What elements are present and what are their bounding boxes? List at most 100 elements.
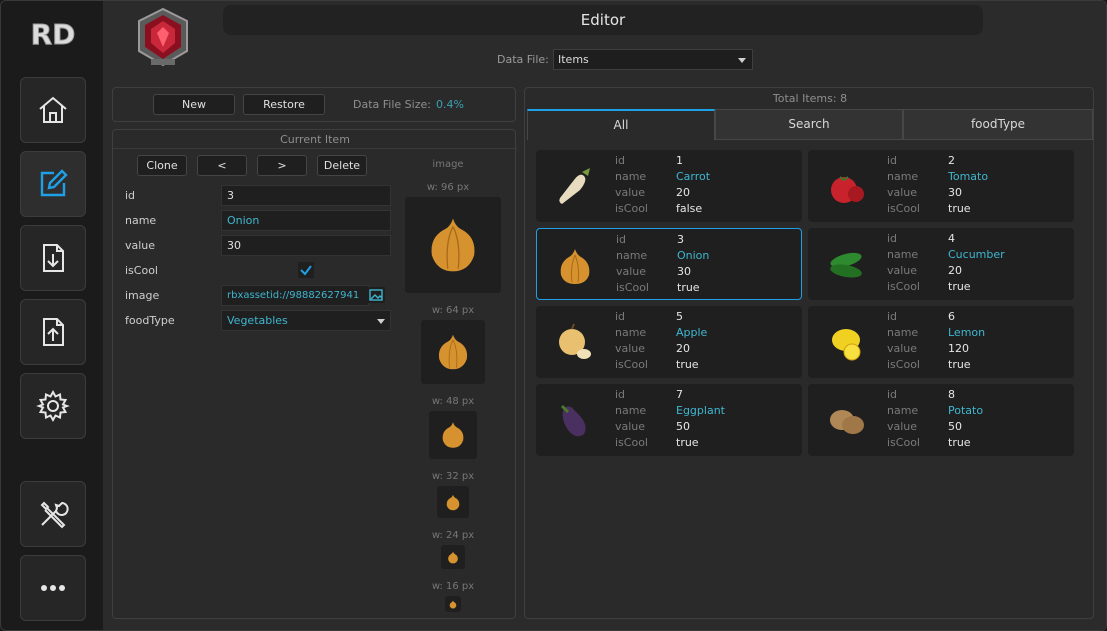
item-card[interactable]: id 5 name Apple value 20 isCool true (536, 306, 802, 378)
tools-icon (40, 501, 69, 529)
data-file-size-value: 0.4% (436, 98, 464, 111)
app-window: RD Editor Data File: Items New Restore D… (0, 0, 1107, 631)
name-label: name (125, 214, 157, 227)
nav-home-button[interactable] (20, 77, 86, 143)
item-value-value: 30 (948, 186, 962, 199)
next-button[interactable]: > (257, 155, 307, 176)
total-items-label: Total Items: 8 (772, 92, 848, 105)
app-logo: RD (30, 18, 76, 52)
restore-button[interactable]: Restore (243, 94, 325, 115)
item-name-value: Apple (676, 326, 708, 339)
tab-all[interactable]: All (527, 109, 715, 140)
clone-button[interactable]: Clone (137, 155, 187, 176)
item-value-value: 30 (677, 265, 691, 278)
onion-icon (442, 422, 464, 448)
preview-64 (421, 320, 485, 384)
item-iscool-key: isCool (615, 436, 648, 449)
image-column-title: image (432, 159, 464, 170)
item-id-value: 6 (948, 310, 955, 323)
nav-import-button[interactable] (20, 225, 86, 291)
download-icon (43, 244, 64, 272)
item-value-value: 20 (676, 186, 690, 199)
item-iscool-value: false (676, 202, 703, 215)
item-name-value: Tomato (948, 170, 989, 183)
item-iscool-key: isCool (616, 281, 649, 294)
item-card[interactable]: id 2 name Tomato value 30 isCool true (808, 150, 1074, 222)
item-iscool-key: isCool (615, 358, 648, 371)
item-id-value: 8 (948, 388, 955, 401)
new-button[interactable]: New (153, 94, 235, 115)
item-iscool-value: true (948, 436, 971, 449)
item-name-key: name (616, 249, 648, 262)
eggplant-icon (560, 404, 586, 437)
main-area: Editor Data File: Items New Restore Data… (103, 1, 1106, 630)
more-icon (41, 585, 65, 591)
item-name-key: name (615, 326, 647, 339)
item-card[interactable]: id 8 name Potato value 50 isCool true (808, 384, 1074, 456)
gear-icon (36, 389, 70, 423)
window-title: Editor (223, 5, 983, 35)
item-iscool-value: true (676, 358, 699, 371)
rank-badge-icon (138, 7, 188, 67)
item-value-value: 120 (948, 342, 969, 355)
chevron-down-icon (377, 319, 385, 324)
item-name-value: Lemon (948, 326, 986, 339)
name-field[interactable]: Onion (221, 210, 391, 231)
nav-editor-button[interactable] (20, 151, 86, 217)
item-iscool-key: isCool (887, 280, 920, 293)
item-value-key: value (887, 420, 918, 433)
onion-icon (449, 600, 457, 608)
item-value-value: 20 (948, 264, 962, 277)
tab-search[interactable]: Search (715, 109, 903, 140)
item-iscool-value: true (677, 281, 700, 294)
divider (113, 148, 517, 149)
item-name-value: Eggplant (676, 404, 725, 417)
foodtype-label: foodType (125, 314, 175, 327)
item-name-key: name (887, 170, 919, 183)
size-label-16: w: 16 px (431, 581, 475, 592)
data-file-select[interactable]: Items (553, 49, 753, 70)
nav-export-button[interactable] (20, 299, 86, 365)
previous-button[interactable]: < (197, 155, 247, 176)
items-list-panel: Total Items: 8 All Search foodType id 1 na… (524, 87, 1094, 619)
item-card[interactable]: id 6 name Lemon value 120 isCool true (808, 306, 1074, 378)
item-name-key: name (887, 248, 919, 261)
item-id-value: 4 (948, 232, 955, 245)
tomato-icon (831, 176, 864, 203)
item-card[interactable]: id 3 name Onion value 30 isCool true (536, 228, 802, 300)
nav-settings-button[interactable] (20, 373, 86, 439)
foodtype-select[interactable]: Vegetables (221, 310, 391, 331)
item-value-key: value (887, 264, 918, 277)
edit-icon (40, 169, 68, 197)
id-field[interactable]: 3 (221, 185, 391, 206)
nav-tools-button[interactable] (20, 481, 86, 547)
apple-icon (559, 323, 591, 359)
item-name-value: Onion (677, 249, 710, 262)
upload-icon (43, 318, 64, 346)
item-id-key: id (887, 388, 898, 401)
item-card[interactable]: id 1 name Carrot value 20 isCool false (536, 150, 802, 222)
item-iscool-value: true (948, 280, 971, 293)
nav-more-button[interactable] (20, 555, 86, 621)
value-field[interactable]: 30 (221, 235, 391, 256)
item-card[interactable]: id 7 name Eggplant value 50 isCool true (536, 384, 802, 456)
size-label-32: w: 32 px (431, 471, 475, 482)
cucumber-icon (830, 252, 862, 278)
home-icon (39, 96, 67, 123)
tab-foodtype[interactable]: foodType (903, 109, 1093, 140)
image-field[interactable]: rbxassetid://98882627941 (221, 285, 369, 306)
item-card[interactable]: id 4 name Cucumber value 20 isCool true (808, 228, 1074, 300)
image-picker-button[interactable] (367, 287, 385, 303)
item-name-value: Cucumber (948, 248, 1005, 261)
preview-32 (437, 486, 469, 518)
delete-button[interactable]: Delete (317, 155, 367, 176)
file-toolbar: New Restore Data File Size: 0.4% (112, 87, 516, 122)
iscool-checkbox[interactable] (298, 262, 314, 278)
preview-24 (441, 545, 465, 569)
item-value-value: 20 (676, 342, 690, 355)
carrot-icon (559, 168, 590, 204)
data-file-value: Items (558, 53, 589, 66)
item-id-value: 7 (676, 388, 683, 401)
item-id-value: 5 (676, 310, 683, 323)
item-iscool-key: isCool (615, 202, 648, 215)
